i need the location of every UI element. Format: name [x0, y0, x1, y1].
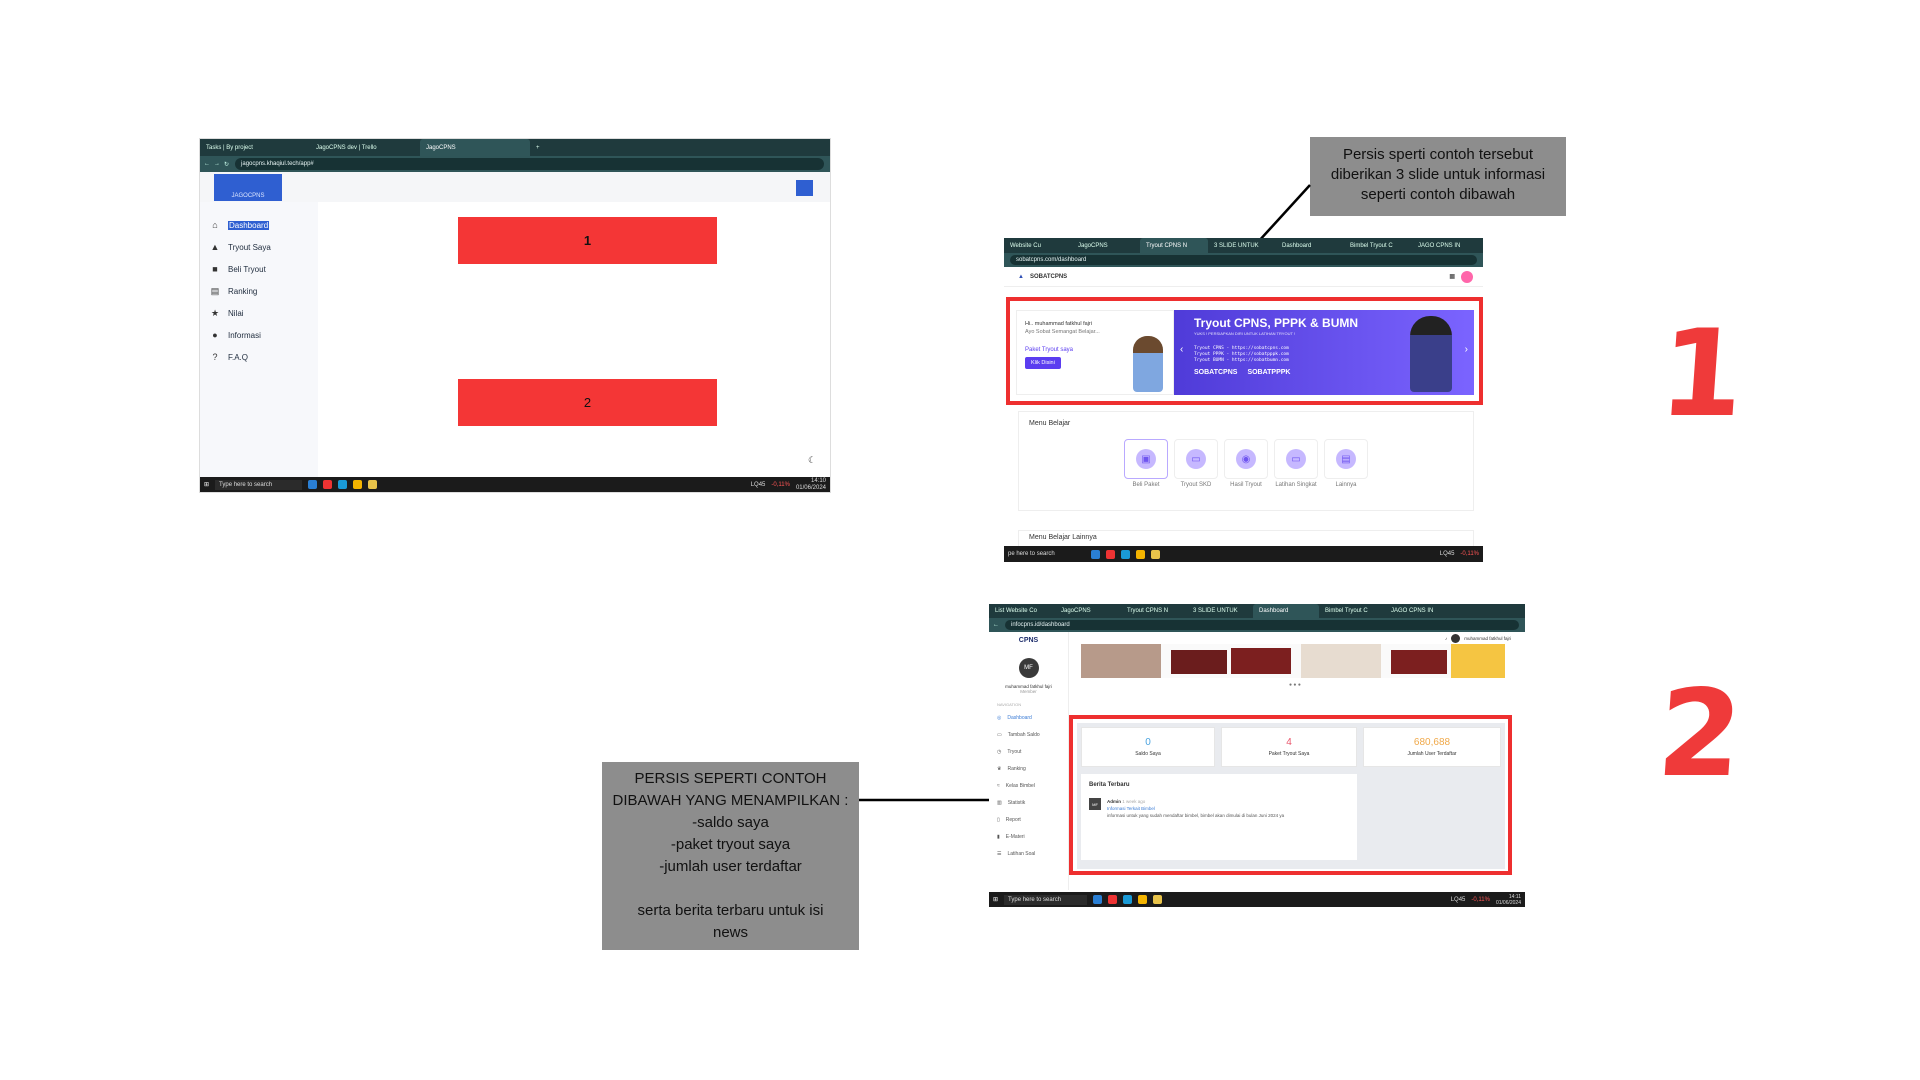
tab-4[interactable]: 3 SLIDE UNTUK — [1187, 604, 1253, 618]
chrome-icon[interactable] — [1138, 895, 1148, 904]
avatar: MF — [1018, 658, 1039, 678]
folder-icon[interactable] — [1153, 895, 1163, 904]
tab-3[interactable]: Tryout CPNS N — [1121, 604, 1187, 618]
connector-lines — [859, 184, 1311, 802]
document-icon: ▯ — [997, 816, 1000, 823]
folder-icon[interactable] — [1150, 549, 1160, 559]
logo[interactable]: CPNS — [989, 637, 1068, 644]
section-label-2: 2 — [1653, 665, 1747, 804]
tab-5[interactable]: Dashboard — [1253, 604, 1319, 618]
taskbar-search[interactable]: pe here to search — [1008, 551, 1085, 557]
graduation-cap-icon: ▲ — [1018, 273, 1024, 280]
edge-icon[interactable] — [1120, 549, 1130, 559]
chevron-right-icon[interactable]: › — [1465, 344, 1468, 355]
explorer-icon[interactable] — [1090, 549, 1100, 559]
sidebar: CPNS MF muhammad fatkhul fajri Member NA… — [989, 632, 1069, 890]
dashboard-icon: ◎ — [997, 714, 1002, 721]
opera-icon[interactable] — [1108, 895, 1118, 904]
wifi-icon: ≈ — [997, 782, 1000, 789]
menu-latihan-singkat[interactable]: ▭ Latihan Singkat — [1273, 439, 1319, 488]
windows-taskbar: ⊞ Type here to search LQ45 -0,11% 14:11 0… — [989, 892, 1525, 907]
menu-tryout-skd[interactable]: ▭ Tryout SKD — [1173, 439, 1219, 488]
url-input[interactable]: infocpns.id/dashboard — [1005, 620, 1519, 630]
cta-button[interactable]: Klik Disini — [1025, 357, 1061, 369]
tab-2[interactable]: JagoCPNS — [1055, 604, 1121, 618]
address-bar: sobatcpns.com/dashboard — [1004, 253, 1483, 267]
user-avatar-small[interactable] — [1451, 633, 1461, 643]
chevron-left-icon[interactable]: ‹ — [1180, 344, 1183, 355]
news-card: Berita Terbaru MF Admin 1 week ago Infor… — [1081, 774, 1357, 860]
stats-panel: 0 Saldo Saya 4 Paket Tryout Saya 680,688… — [1077, 723, 1505, 869]
back-icon[interactable]: ← — [989, 622, 999, 628]
target-icon: ◉ — [1236, 449, 1256, 469]
avatar[interactable] — [1461, 270, 1473, 283]
menu-hasil-tryout[interactable]: ◉ Hasil Tryout — [1223, 439, 1269, 488]
mascot-figure — [1133, 336, 1163, 392]
taskbar-search[interactable]: Type here to search — [1004, 894, 1088, 905]
menu-belajar-card: Menu Belajar ▣ Beli Paket ▭ Tryout SKD ◉ Ha… — [1018, 411, 1474, 511]
tab-2[interactable]: JagoCPNS — [1072, 238, 1140, 253]
edge-icon[interactable] — [1123, 895, 1133, 904]
book-icon: ▮ — [997, 833, 1000, 840]
opera-icon[interactable] — [1105, 549, 1115, 559]
tab-1[interactable]: List Website Co — [989, 604, 1055, 618]
sidebar-item-report[interactable]: ▯ Report — [989, 811, 1068, 828]
greeting-card: Hi.. muhammad fatkhul fajri Ayo Sobat Se… — [1016, 310, 1174, 395]
news-carousel[interactable] — [1081, 644, 1505, 678]
tab-7[interactable]: JAGO CPNS IN — [1412, 238, 1480, 253]
tab-6[interactable]: Bimbel Tryout C — [1319, 604, 1385, 618]
tab-6[interactable]: Bimbel Tryout C — [1344, 238, 1412, 253]
sidebar-item-statistik[interactable]: ▥ Statistik — [989, 794, 1068, 811]
top-bar: ♪ muhammad fatkhul fajri — [1444, 633, 1511, 643]
sidebar-item-dashboard[interactable]: ◎ Dashboard — [989, 709, 1068, 726]
grid-icon[interactable]: ▦ — [1449, 273, 1455, 280]
explorer-icon[interactable] — [1093, 895, 1103, 904]
stat-jumlah-user-terdaftar: 680,688 Jumlah User Terdaftar — [1363, 727, 1501, 767]
windows-taskbar: pe here to search LQ45 -0,11% — [1004, 546, 1483, 562]
tab-5[interactable]: Dashboard — [1276, 238, 1344, 253]
news-headline-link[interactable]: Informasi Terkait Bimbel — [1107, 805, 1284, 812]
sidebar-item-tryout[interactable]: ◷ Tryout — [989, 743, 1068, 760]
annotation-note-2: PERSIS SEPERTI CONTOH DIBAWAH YANG MENAM… — [602, 762, 859, 950]
tab-3[interactable]: Tryout CPNS N — [1140, 238, 1208, 253]
browser-tab-bar: List Website Co JagoCPNS Tryout CPNS N 3… — [989, 604, 1525, 618]
infocpns-screenshot: List Website Co JagoCPNS Tryout CPNS N 3… — [989, 604, 1525, 907]
tab-1[interactable]: Website Cu — [1004, 238, 1072, 253]
chrome-icon[interactable] — [1135, 549, 1145, 559]
sobat-header: ▲ SOBATCPNS ▦ — [1004, 267, 1483, 287]
address-bar: ← infocpns.id/dashboard — [989, 618, 1525, 632]
sidebar-item-ranking[interactable]: ♛ Ranking — [989, 760, 1068, 777]
stat-paket-tryout-saya: 4 Paket Tryout Saya — [1221, 727, 1357, 767]
windows-start-icon[interactable]: ⊞ — [993, 896, 998, 903]
stat-saldo-saya: 0 Saldo Saya — [1081, 727, 1215, 767]
list-icon: ☰ — [997, 850, 1002, 857]
sidebar-item-e-materi[interactable]: ▮ E-Materi — [989, 828, 1068, 845]
banner-person-figure — [1410, 316, 1452, 392]
url-input[interactable]: sobatcpns.com/dashboard — [1010, 255, 1477, 265]
wallet-icon: ▭ — [997, 731, 1002, 738]
screen-icon: ▭ — [1286, 449, 1306, 469]
more-icon: ▤ — [1336, 449, 1356, 469]
tab-4[interactable]: 3 SLIDE UNTUK — [1208, 238, 1276, 253]
section-label-1: 1 — [1655, 305, 1749, 444]
chart-icon: ▥ — [997, 799, 1002, 806]
sidebar-item-kelas-bimbel[interactable]: ≈ Kelas Bimbel — [989, 777, 1068, 794]
menu-beli-paket[interactable]: ▣ Beli Paket — [1123, 439, 1169, 488]
browser-tab-bar: Website Cu JagoCPNS Tryout CPNS N 3 SLID… — [1004, 238, 1483, 253]
sidebar-item-latihan-soal[interactable]: ☰ Latihan Soal — [989, 845, 1068, 862]
carousel-dots[interactable]: ● ● ● — [1289, 682, 1301, 688]
tab-7[interactable]: JAGO CPNS IN — [1385, 604, 1451, 618]
monitor-icon: ▭ — [1186, 449, 1206, 469]
sidebar-item-tambah-saldo[interactable]: ▭ Tambah Saldo — [989, 726, 1068, 743]
news-author-avatar: MF — [1089, 798, 1101, 810]
cart-icon: ▣ — [1136, 449, 1156, 469]
bell-icon[interactable]: ♪ — [1445, 636, 1447, 641]
clock-icon: ◷ — [997, 748, 1002, 755]
menu-lainnya[interactable]: ▤ Lainnya — [1323, 439, 1369, 488]
trophy-icon: ♛ — [997, 765, 1002, 772]
sobatcpns-screenshot: Website Cu JagoCPNS Tryout CPNS N 3 SLID… — [1004, 238, 1483, 562]
promo-banner[interactable]: Tryout CPNS, PPPK & BUMN YUKS ! PERSIAPK… — [1174, 310, 1474, 395]
